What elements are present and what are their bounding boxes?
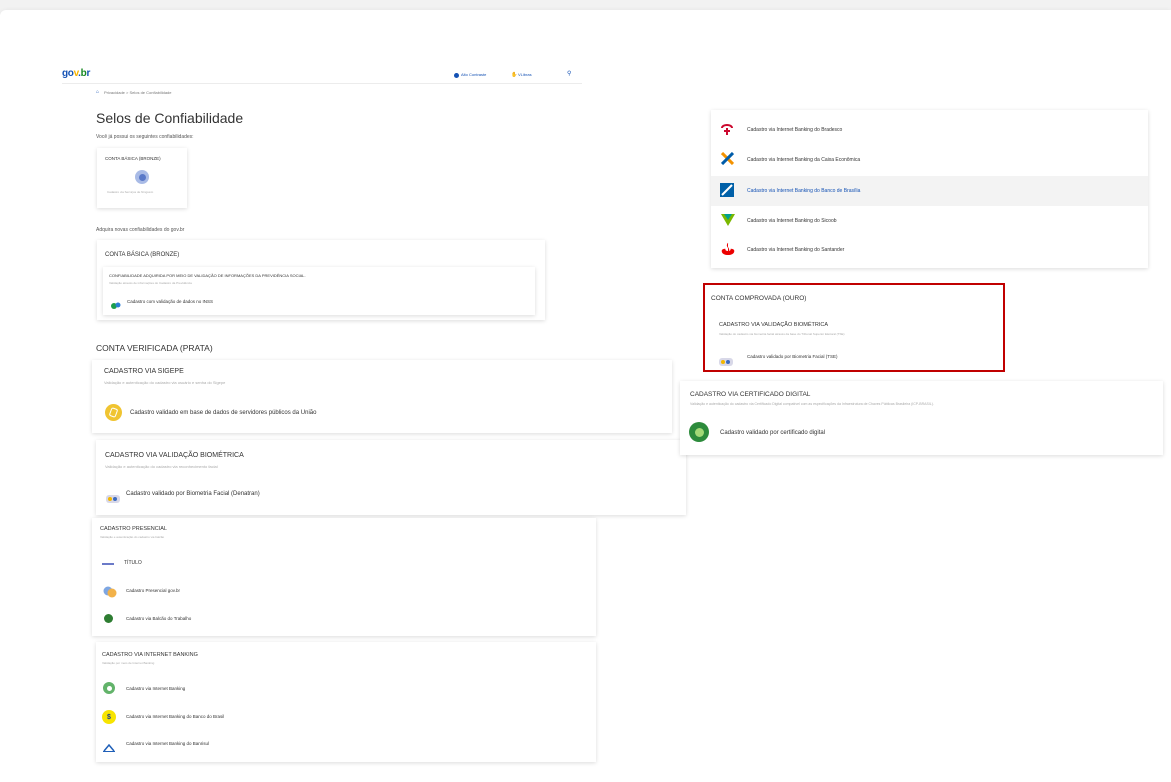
header-bar: gov.br Alto Contraste ✋ VLibras ⚲: [62, 66, 582, 84]
user-icon[interactable]: ⚲: [567, 70, 571, 77]
ib-title: CADASTRO VIA INTERNET BANKING: [102, 652, 198, 658]
current-seal-card: CONTA BÁSICA (BRONZE) Cadastro via Servi…: [97, 148, 187, 208]
ib-desc: Validação por meio de Internet Banking: [102, 661, 155, 665]
bank-item-brb[interactable]: Cadastro via Internet Banking do Banco d…: [747, 188, 860, 194]
breadcrumb[interactable]: Privacidade > Selos de Confiabilidade: [104, 90, 172, 95]
ouro-item[interactable]: Cadastro validado por Biometria Facial (…: [747, 354, 838, 359]
cert-title: CADASTRO VIA CERTIFICADO DIGITAL: [690, 391, 811, 398]
bio-card: CADASTRO VIA VALIDAÇÃO BIOMÉTRICA Valida…: [96, 440, 686, 515]
bronze-subtitle: CONFIABILIDADE ADQUIRIDA POR MEIO DE VAL…: [109, 273, 306, 278]
sigepe-card: CADASTRO VIA SIGEPE Validação e autentic…: [92, 360, 672, 433]
ib-card: CADASTRO VIA INTERNET BANKING Validação …: [96, 642, 596, 762]
ouro-card: CONTA COMPROVADA (OURO) CADASTRO VIA VAL…: [703, 283, 1005, 372]
face-biometrics-icon: [106, 490, 120, 503]
current-seal-title: CONTA BÁSICA (BRONZE): [105, 156, 161, 161]
bio-title: CADASTRO VIA VALIDAÇÃO BIOMÉTRICA: [105, 452, 244, 459]
bank-item-caixa[interactable]: Cadastro via Internet Banking da Caixa E…: [747, 157, 860, 163]
ib-item1[interactable]: Cadastro via Internet Banking: [126, 686, 185, 691]
home-icon[interactable]: ⌂: [96, 89, 99, 95]
bank-item-sicoob[interactable]: Cadastro via Internet Banking do Sicoob: [747, 218, 837, 224]
bio-desc: Validação e autenticação do cadastro via…: [105, 464, 218, 469]
bradesco-icon: [720, 122, 734, 136]
presencial-item1[interactable]: Cadastro Presencial gov.br: [126, 588, 180, 593]
ib-item2[interactable]: Cadastro via Internet Banking do Banco d…: [126, 714, 224, 719]
bronze-desc: Validação através de informações do Cada…: [109, 281, 192, 285]
bio-item[interactable]: Cadastro validado por Biometria Facial (…: [126, 491, 260, 497]
presencial-govbr-icon: [103, 585, 117, 598]
presencial-item2[interactable]: Cadastro via Balcão do Trabalho: [126, 616, 191, 621]
vlibras-link[interactable]: VLibras: [518, 72, 532, 77]
contrast-icon[interactable]: [454, 73, 459, 78]
page-title: Selos de Confiabilidade: [96, 110, 244, 126]
bank-item-bradesco[interactable]: Cadastro via Internet Banking do Bradesc…: [747, 127, 842, 133]
ib-item3[interactable]: Cadastro via Internet Banking do Banrisu…: [126, 741, 209, 746]
inss-icon: [111, 297, 121, 309]
inss-item[interactable]: Cadastro com validação de dados no INSS: [127, 299, 213, 304]
sigepe-desc: Validação e autenticação do cadastro via…: [104, 380, 226, 385]
presencial-card: CADASTRO PRESENCIAL Validação e autentic…: [92, 518, 596, 636]
govbr-logo[interactable]: gov.br: [62, 68, 90, 79]
presencial-title: CADASTRO PRESENCIAL: [100, 526, 167, 532]
bronze-seal-icon: [135, 170, 149, 184]
acquire-text: Adquira novas confiabilidades do gov.br: [96, 227, 185, 233]
bronze-card-title: CONTA BÁSICA (BRONZE): [105, 252, 180, 258]
tse-biometrics-icon: [719, 353, 733, 366]
title-dash-icon: [102, 563, 114, 565]
page-subtitle: Você já possui os seguintes confiabilida…: [96, 134, 194, 140]
presencial-sub: TÍTULO: [124, 560, 142, 566]
prata-title: CONTA VERIFICADA (PRATA): [96, 343, 213, 353]
bronze-inner: CONFIABILIDADE ADQUIRIDA POR MEIO DE VAL…: [103, 267, 535, 315]
ouro-desc: Validação do cadastro via biometria faci…: [719, 332, 845, 336]
balcao-icon: [104, 614, 113, 623]
sigepe-item[interactable]: Cadastro validado em base de dados de se…: [130, 410, 316, 416]
alto-contraste-link[interactable]: Alto Contraste: [461, 72, 486, 77]
brb-icon: [720, 183, 734, 197]
sigepe-icon: [105, 404, 122, 421]
bank-item-santander[interactable]: Cadastro via Internet Banking do Santand…: [747, 247, 844, 253]
banco-do-brasil-icon: $: [102, 710, 116, 724]
certificate-icon: [689, 422, 709, 442]
ib-generic-icon: [103, 682, 115, 694]
banrisul-icon: [103, 739, 115, 752]
sicoob-icon: [721, 213, 735, 226]
cert-desc: Validação e autenticação do cadastro via…: [690, 402, 934, 406]
presencial-desc: Validação e autenticação do cadastro via…: [100, 535, 165, 539]
caixa-icon: [720, 151, 735, 166]
ouro-title: CONTA COMPROVADA (OURO): [711, 295, 807, 302]
cert-card: CADASTRO VIA CERTIFICADO DIGITAL Validaç…: [680, 381, 1163, 455]
sigepe-title: CADASTRO VIA SIGEPE: [104, 368, 184, 375]
bronze-card: CONTA BÁSICA (BRONZE) CONFIABILIDADE ADQ…: [97, 240, 545, 320]
vlibras-icon[interactable]: ✋: [511, 72, 517, 78]
ouro-sub: CADASTRO VIA VALIDAÇÃO BIOMÉTRICA: [719, 322, 829, 328]
santander-icon: [721, 242, 735, 256]
cert-item[interactable]: Cadastro validado por certificado digita…: [720, 430, 825, 436]
banks-card: Cadastro via Internet Banking do Bradesc…: [711, 110, 1148, 268]
current-seal-desc: Cadastro via Serviços de Ninguém: [107, 190, 154, 194]
